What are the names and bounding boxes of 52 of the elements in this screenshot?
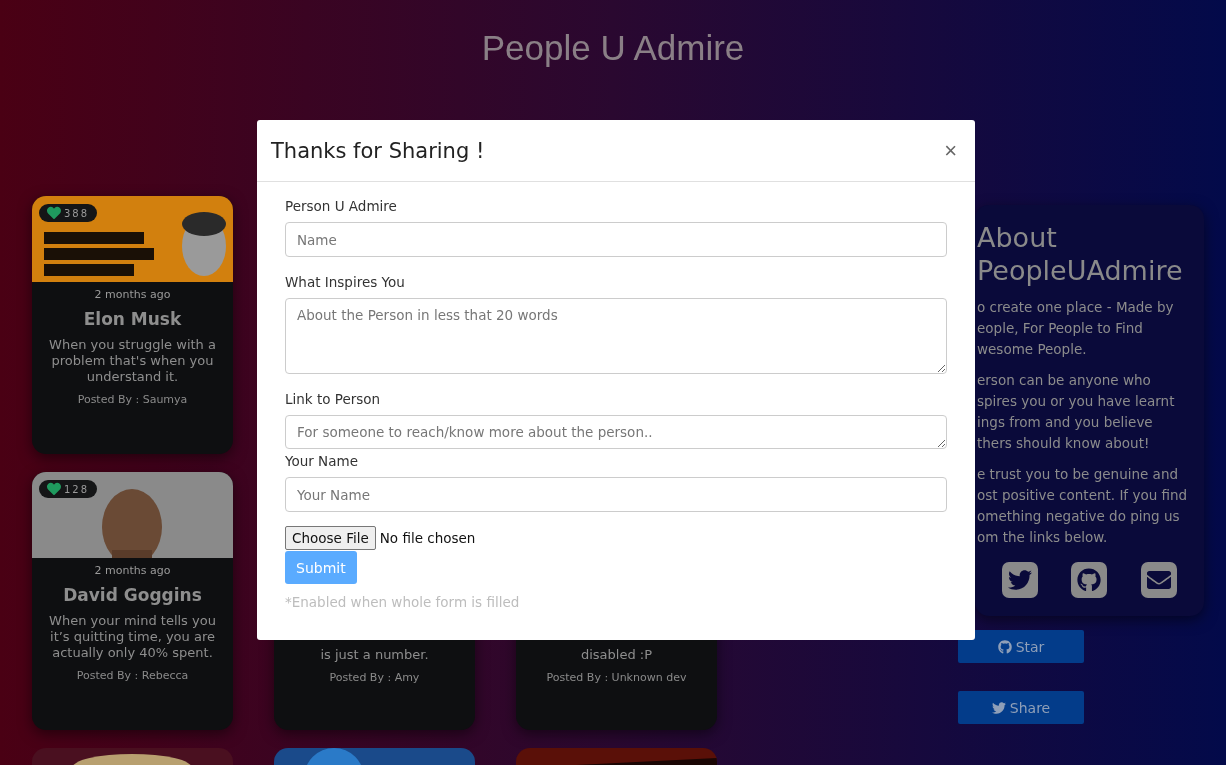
post-time: 2 months ago [94,288,171,301]
about-title: About [977,221,1058,254]
field-label: Your Name [285,453,359,469]
person-quote: When your mind tells you it’s quitting time, you are actually only 40% spent. [48,613,217,661]
dialog-title: Thanks for Sharing ! [271,138,485,163]
input-field[interactable]: Name [285,222,947,257]
about-text: wesome People. [977,340,1088,359]
text-area[interactable]: For someone to reach/know more about the person.. [285,415,947,449]
person-quote: is just a number. [319,647,430,663]
field-label: Person U Admire [285,198,398,214]
about-text: ings from and you believe [977,413,1154,432]
about-text: erson can be anyone who [977,371,1152,390]
share-button[interactable]: Share [958,691,1084,724]
about-text: ost positive content. If you find [977,486,1189,505]
twitter-icon[interactable] [1001,562,1038,598]
github-icon[interactable] [1071,562,1108,598]
heart-icon [47,482,61,496]
about-title: PeopleUAdmire [977,254,1184,287]
field-label: Link to Person [285,391,382,407]
about-text: o create one place - Made by [977,298,1175,317]
star-button[interactable]: Star [958,630,1084,663]
about-text: thers should know about! [977,434,1151,453]
mail-icon[interactable] [1141,562,1178,598]
posted-by: Posted By : Amy [329,671,420,684]
posted-by: Posted By : Rebecca [76,669,189,682]
about-text: om the links below. [977,528,1109,547]
page-title: People U Admire [481,28,745,68]
about-text: spires you or you have learnt [977,392,1176,411]
about-text: e trust you to be genuine and [977,465,1179,484]
person-quote: When you struggle with a problem that's when you understand it. [48,337,217,385]
post-time: 2 months ago [94,564,171,577]
heart-icon [47,206,61,220]
person-name: David Goggins [63,585,202,605]
input-field[interactable]: Your Name [285,477,947,512]
field-label: What Inspires You [285,274,406,290]
posted-by: Posted By : Unknown dev [546,671,687,684]
person-quote: disabled :P [579,647,654,663]
about-text: eople, For People to Find [977,319,1144,338]
like-count: 128 [64,483,90,495]
posted-by: Posted By : Saumya [77,393,188,406]
choose-file-button[interactable]: Choose File [285,526,376,550]
github-icon [997,639,1012,654]
close-button[interactable]: × [940,137,961,164]
about-text: omething negative do ping us [977,507,1181,526]
like-badge[interactable]: 128 [39,480,98,498]
form-hint: *Enabled when whole form is filled [285,594,521,610]
like-count: 388 [64,207,90,219]
file-status: No file chosen [379,530,476,546]
twitter-icon [991,700,1006,715]
text-area[interactable]: About the Person in less that 20 words [285,298,947,374]
like-badge[interactable]: 388 [39,204,98,222]
person-name: Elon Musk [83,309,182,329]
